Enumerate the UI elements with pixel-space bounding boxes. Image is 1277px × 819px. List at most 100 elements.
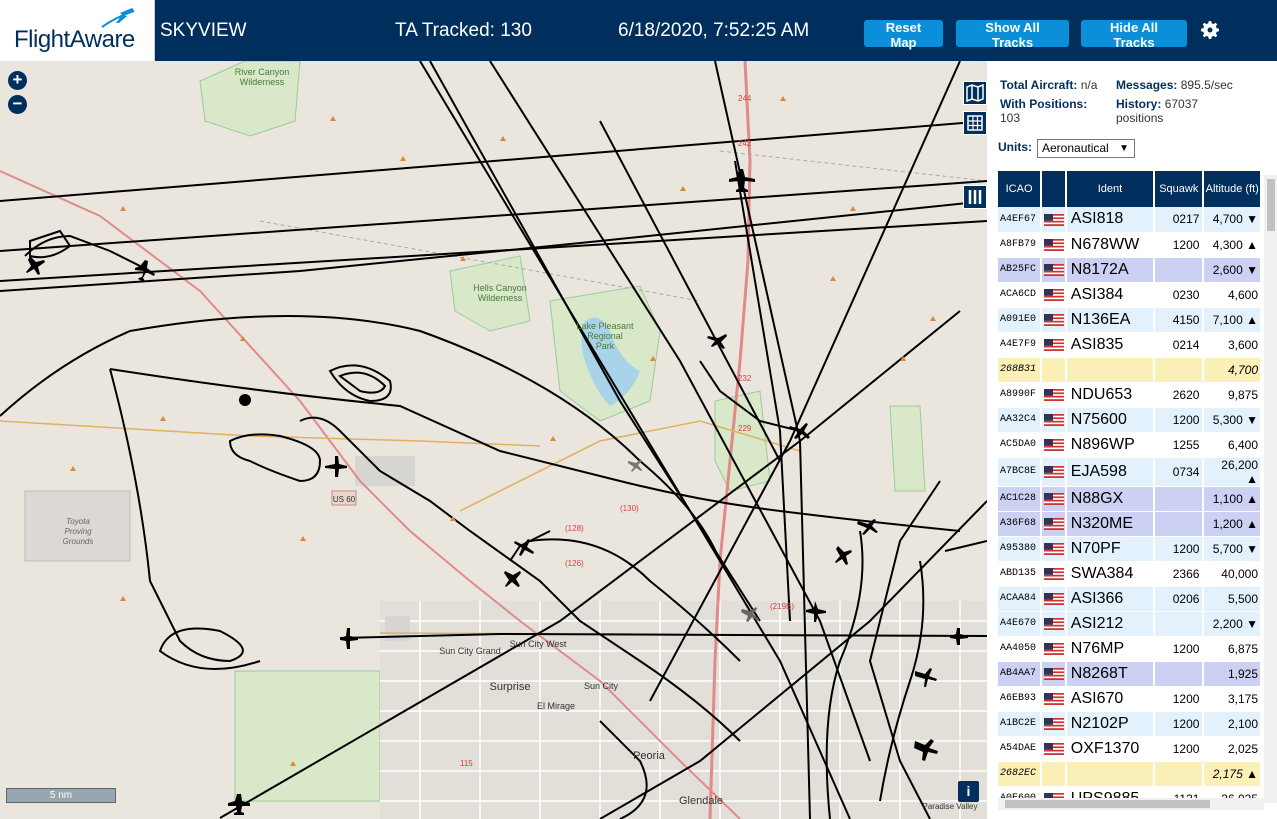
icao-cell: AB25FC: [998, 257, 1043, 283]
table-row[interactable]: A8990F NDU653 2620 9,875: [998, 382, 1262, 408]
table-row[interactable]: ACA6CD ASI384 0230 4,600: [998, 282, 1262, 308]
aircraft-panel: Total Aircraft: n/a Messages: 895.5/sec …: [987, 61, 1277, 819]
aircraft-icon: [26, 256, 45, 275]
altitude-cell: 4,700 ▼: [1203, 207, 1262, 233]
with-positions-label: With Positions:: [1000, 97, 1088, 111]
map-view[interactable]: 244 242 232 229 (128) (126) (130) 115 (219B) Ri…: [0, 61, 987, 819]
regional-label: Regional: [587, 331, 623, 341]
squawk-column-header[interactable]: Squawk: [1154, 171, 1205, 207]
squawk-cell: [1154, 511, 1205, 537]
table-row[interactable]: AC5DA0 N896WP 1255 6,400: [998, 432, 1262, 458]
tracked-count: TA Tracked: 130: [395, 20, 532, 41]
map-layers-button[interactable]: [963, 81, 987, 105]
svg-text:(128): (128): [565, 524, 584, 533]
ident-cell: N75600: [1065, 407, 1156, 433]
table-row[interactable]: A54DAE OXF1370 1200 2,025: [998, 736, 1262, 762]
table-row[interactable]: AB4AA7 N8268T 1,925: [998, 661, 1262, 687]
icao-cell: 268B31: [998, 357, 1043, 383]
table-vertical-scrollbar[interactable]: [1264, 175, 1277, 803]
table-row[interactable]: AB25FC N8172A 2,600 ▼: [998, 257, 1262, 283]
altitude-cell: 5,700 ▼: [1203, 536, 1262, 562]
altitude-cell: 3,175: [1203, 686, 1262, 712]
table-row[interactable]: A7BC8E EJA598 0734 26,200 ▲: [998, 457, 1262, 487]
flag-column-header[interactable]: [1041, 171, 1067, 207]
wilderness-label-2: Wilderness: [478, 293, 523, 303]
vertical-scroll-thumb[interactable]: [1267, 179, 1275, 231]
icao-cell: AB4AA7: [998, 661, 1043, 687]
icao-column-header[interactable]: ICAO: [998, 171, 1043, 207]
icao-cell: A4E670: [998, 611, 1043, 637]
us-flag-icon: [1044, 264, 1065, 277]
flag-cell: [1041, 736, 1067, 762]
flag-cell: [1041, 661, 1067, 687]
table-row[interactable]: AA32C4 N75600 1200 5,300 ▼: [998, 407, 1262, 433]
flag-cell: [1041, 407, 1067, 433]
ident-cell: N8268T: [1065, 661, 1156, 687]
flag-cell: [1041, 357, 1067, 383]
table-row[interactable]: A95380 N70PF 1200 5,700 ▼: [998, 536, 1262, 562]
zoom-out-button[interactable]: −: [8, 95, 27, 114]
flag-cell: [1041, 611, 1067, 637]
flag-cell: [1041, 307, 1067, 333]
aircraft-icon: [628, 459, 642, 472]
grid-toggle-button[interactable]: [963, 111, 987, 135]
lake-pleasant-label: Lake Pleasant: [576, 321, 634, 331]
icao-cell: A7BC8E: [998, 457, 1043, 487]
flightaware-logo[interactable]: FlightAware: [0, 0, 155, 61]
us-flag-icon: [1044, 339, 1065, 352]
us-flag-icon: [1044, 518, 1065, 531]
table-row[interactable]: ABD135 SWA384 2366 40,000: [998, 561, 1262, 587]
toyota-label: Toyota: [66, 517, 90, 526]
table-row[interactable]: AA4050 N76MP 1200 6,875: [998, 636, 1262, 662]
map-scale: 5 nm: [6, 788, 116, 803]
table-row[interactable]: A1BC2E N2102P 1200 2,100: [998, 711, 1262, 737]
table-row[interactable]: ACAA84 ASI366 0206 5,500: [998, 586, 1262, 612]
table-row[interactable]: A4EF67 ASI818 0217 4,700 ▼: [998, 207, 1262, 233]
map-icon: [966, 83, 984, 103]
altitude-cell: 5,500: [1203, 586, 1262, 612]
panel-toggle-button[interactable]: [963, 185, 987, 209]
ident-column-header[interactable]: Ident: [1065, 171, 1156, 207]
horizontal-scroll-thumb[interactable]: [1005, 800, 1210, 808]
table-row[interactable]: A091E0 N136EA 4150 7,100 ▲: [998, 307, 1262, 333]
hide-all-tracks-button[interactable]: Hide All Tracks: [1081, 20, 1187, 50]
map-canvas[interactable]: 244 242 232 229 (128) (126) (130) 115 (219B) Ri…: [0, 61, 987, 819]
with-positions-value: 103: [1000, 111, 1021, 125]
table-row[interactable]: AC1C28 N88GX 1,100 ▲: [998, 486, 1262, 512]
squawk-cell: 0217: [1154, 207, 1205, 233]
river-canyon-label: River Canyon: [235, 67, 290, 77]
altitude-cell: 3,600: [1203, 332, 1262, 358]
show-all-tracks-button[interactable]: Show All Tracks: [956, 20, 1069, 50]
table-row[interactable]: A8FB79 N678WW 1200 4,300 ▲: [998, 232, 1262, 258]
park-label: Park: [596, 341, 615, 351]
squawk-cell: [1154, 661, 1205, 687]
icao-cell: A36F68: [998, 511, 1043, 537]
units-select[interactable]: Aeronautical ▼: [1037, 139, 1135, 158]
table-row[interactable]: A6EB93 ASI670 1200 3,175: [998, 686, 1262, 712]
flag-cell: [1041, 636, 1067, 662]
svg-text:(219B): (219B): [770, 602, 794, 611]
altitude-column-header[interactable]: Altitude (ft): [1203, 171, 1262, 207]
messages-label: Messages:: [1116, 78, 1178, 92]
peoria-label: Peoria: [633, 750, 666, 762]
info-button[interactable]: i: [958, 781, 979, 802]
table-row[interactable]: 2682EC 2,175 ▲: [998, 761, 1262, 787]
reset-map-button[interactable]: Reset Map: [864, 20, 943, 50]
table-row[interactable]: A4E670 ASI212 2,200 ▼: [998, 611, 1262, 637]
squawk-cell: 1200: [1154, 636, 1205, 662]
ident-cell: ASI384: [1065, 282, 1156, 308]
columns-icon: [968, 190, 982, 204]
icao-cell: AA32C4: [998, 407, 1043, 433]
table-row[interactable]: 268B31 4,700: [998, 357, 1262, 383]
zoom-in-button[interactable]: +: [8, 71, 27, 90]
ident-cell: SWA384: [1065, 561, 1156, 587]
icao-cell: 2682EC: [998, 761, 1043, 787]
wilderness-label: Wilderness: [240, 77, 285, 87]
squawk-cell: 4150: [1154, 307, 1205, 333]
table-row[interactable]: A36F68 N320ME 1,200 ▲: [998, 511, 1262, 537]
gear-icon[interactable]: [1198, 18, 1222, 42]
icao-cell: A4EF67: [998, 207, 1043, 233]
squawk-cell: 0230: [1154, 282, 1205, 308]
us-flag-icon: [1044, 568, 1065, 581]
table-row[interactable]: A4E7F9 ASI835 0214 3,600: [998, 332, 1262, 358]
